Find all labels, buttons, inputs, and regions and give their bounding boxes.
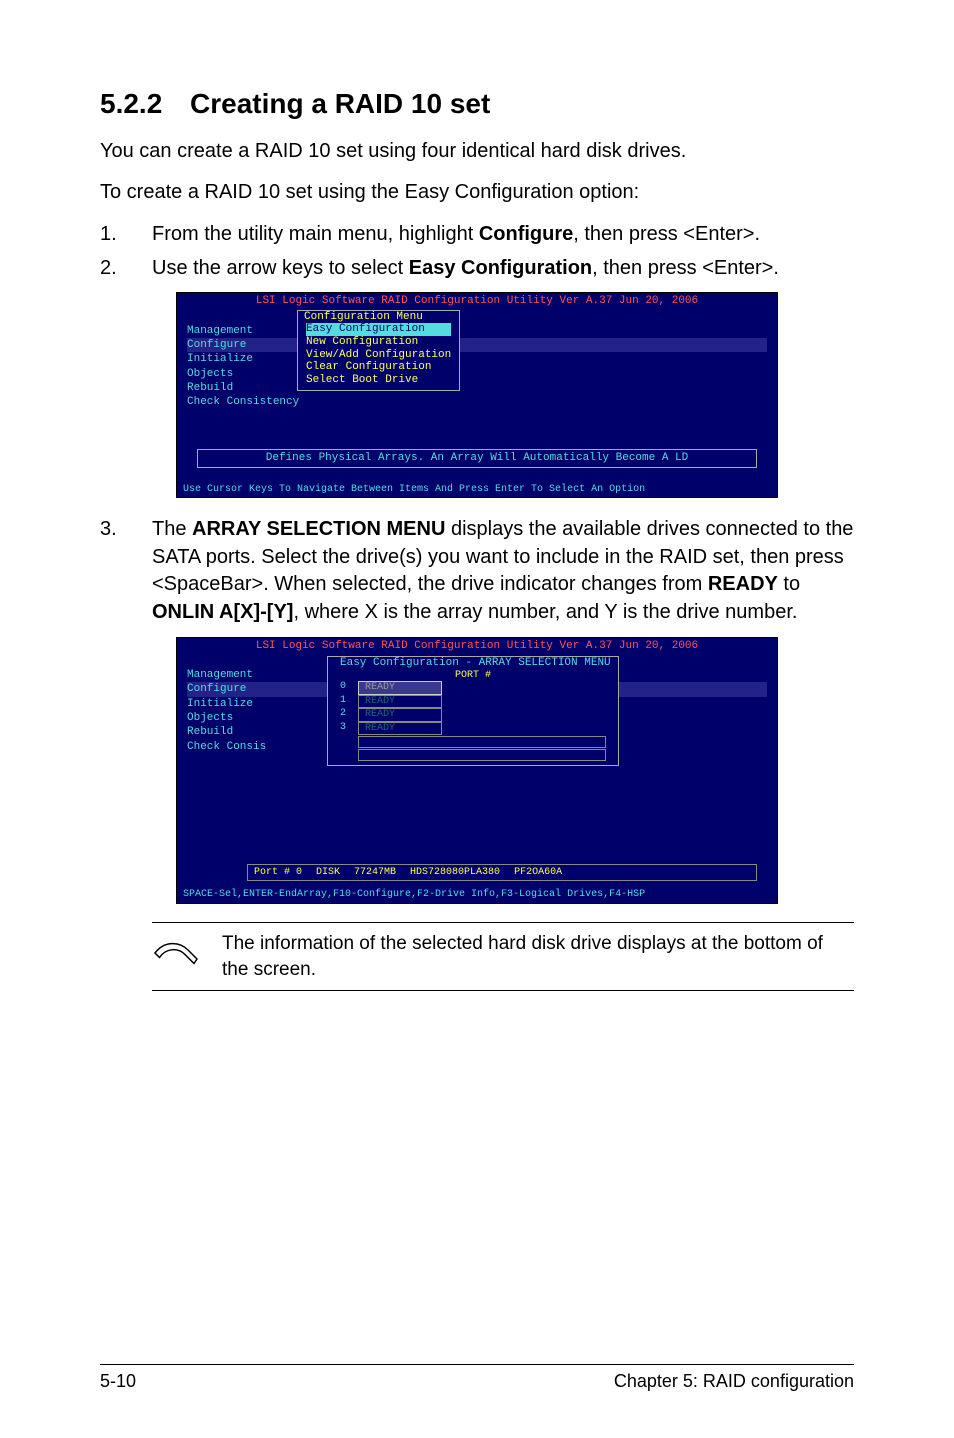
- step-num: 2.: [100, 254, 152, 282]
- page: 5.2.2Creating a RAID 10 set You can crea…: [0, 0, 954, 1438]
- config-item-selected: Easy Configuration: [306, 323, 451, 336]
- bios-main-menu: Management Configure Initialize Objects …: [187, 324, 767, 410]
- drive-row-empty: [358, 736, 606, 748]
- config-item: Select Boot Drive: [306, 374, 451, 387]
- menu-item: Check Consistency: [187, 395, 767, 409]
- bios-titlebar: LSI Logic Software RAID Configuration Ut…: [177, 638, 777, 655]
- drive-row: 3READY: [328, 722, 618, 736]
- array-menu-title: Easy Configuration - ARRAY SELECTION MEN…: [336, 657, 615, 670]
- drive-info-bar: Port # 0 DISK 77247MB HDS728080PLA380 PF…: [247, 864, 757, 882]
- step-3: 3. The ARRAY SELECTION MENU displays the…: [100, 516, 854, 626]
- note-text: The information of the selected hard dis…: [222, 931, 854, 982]
- drive-row: 0READY: [328, 681, 618, 695]
- drive-row: 1READY: [328, 695, 618, 709]
- section-title: Creating a RAID 10 set: [190, 88, 490, 119]
- intro-p2: To create a RAID 10 set using the Easy C…: [100, 179, 854, 206]
- step-num: 3.: [100, 516, 152, 626]
- drive-row-empty: [358, 749, 606, 761]
- info-disk: DISK: [316, 867, 340, 879]
- step-text: Use the arrow keys to select Easy Config…: [152, 254, 854, 282]
- chapter-label: Chapter 5: RAID configuration: [614, 1371, 854, 1392]
- menu-item: Objects: [187, 367, 767, 381]
- bios-titlebar: LSI Logic Software RAID Configuration Ut…: [177, 293, 777, 310]
- port-header: PORT #: [328, 670, 618, 682]
- bios-footer: Use Cursor Keys To Navigate Between Item…: [177, 484, 777, 498]
- bios-body: Management Configure Initialize Objects …: [177, 654, 777, 889]
- bios-screenshot-1: LSI Logic Software RAID Configuration Ut…: [176, 292, 778, 498]
- bios-body: Management Configure Initialize Objects …: [177, 310, 777, 484]
- config-item: Clear Configuration: [306, 361, 451, 374]
- step-1: 1. From the utility main menu, highlight…: [100, 220, 854, 248]
- config-menu-title: Configuration Menu: [304, 311, 451, 324]
- info-model: HDS728080PLA380: [410, 867, 500, 879]
- bios-screenshot-2: LSI Logic Software RAID Configuration Ut…: [176, 637, 778, 904]
- page-number: 5-10: [100, 1371, 136, 1392]
- step-text: The ARRAY SELECTION MENU displays the av…: [152, 516, 854, 626]
- array-selection-menu: Easy Configuration - ARRAY SELECTION MEN…: [327, 656, 619, 766]
- menu-item-selected: Configure: [187, 338, 767, 352]
- note-box: The information of the selected hard dis…: [152, 922, 854, 991]
- bios-config-menu: Configuration Menu Easy Configuration Ne…: [297, 310, 460, 392]
- step-2: 2. Use the arrow keys to select Easy Con…: [100, 254, 854, 282]
- info-port: Port # 0: [254, 867, 302, 879]
- config-item: View/Add Configuration: [306, 349, 451, 362]
- step-text: From the utility main menu, highlight Co…: [152, 220, 854, 248]
- intro-p1: You can create a RAID 10 set using four …: [100, 138, 854, 165]
- step-num: 1.: [100, 220, 152, 248]
- info-size: 77247MB: [354, 867, 396, 879]
- menu-item: Rebuild: [187, 381, 767, 395]
- bios-footer: SPACE-Sel,ENTER-EndArray,F10-Configure,F…: [177, 889, 777, 903]
- info-rev: PF2OA60A: [514, 867, 562, 879]
- page-footer: 5-10 Chapter 5: RAID configuration: [100, 1364, 854, 1392]
- section-heading: 5.2.2Creating a RAID 10 set: [100, 88, 854, 120]
- pencil-icon: [152, 937, 200, 977]
- drive-row: 2READY: [328, 708, 618, 722]
- menu-item: Initialize: [187, 352, 767, 366]
- menu-item: Management: [187, 324, 767, 338]
- config-item: New Configuration: [306, 336, 451, 349]
- steps-1-2: 1. From the utility main menu, highlight…: [100, 220, 854, 282]
- bios-message: Defines Physical Arrays. An Array Will A…: [197, 449, 757, 468]
- section-number: 5.2.2: [100, 88, 190, 120]
